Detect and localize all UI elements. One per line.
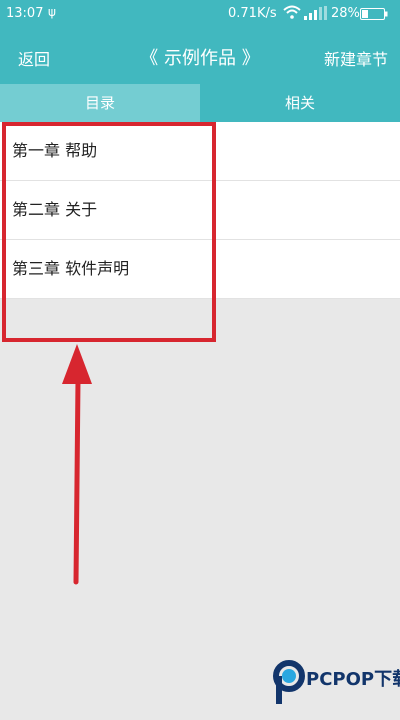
tab-related[interactable]: 相关 — [200, 84, 400, 122]
chapter-item-about[interactable]: 第二章 关于 — [0, 181, 400, 240]
status-time: 13:07 — [6, 6, 44, 21]
usb-icon: ψ — [48, 5, 56, 19]
new-chapter-button[interactable]: 新建章节 — [324, 46, 388, 70]
chapter-list: 第一章 帮助 第二章 关于 第三章 软件声明 — [0, 122, 400, 299]
tab-contents[interactable]: 目录 — [0, 84, 200, 122]
network-speed: 0.71K/s — [228, 6, 277, 21]
battery-percent: 28% — [331, 6, 360, 21]
watermark-text: PCPOP下载 — [306, 669, 400, 690]
battery-icon — [360, 8, 388, 20]
pcpop-logo-icon — [273, 660, 305, 704]
wifi-icon — [283, 5, 301, 19]
signal-icon — [304, 6, 327, 20]
app-header: 返回 《 示例作品 》 新建章节 — [0, 28, 400, 84]
status-bar: 13:07 ψ 0.71K/s 28% — [0, 0, 400, 28]
watermark: PCPOP下载 — [272, 654, 400, 710]
chapter-item-help[interactable]: 第一章 帮助 — [0, 122, 400, 181]
chapter-item-disclaimer[interactable]: 第三章 软件声明 — [0, 240, 400, 299]
annotation-arrow — [62, 344, 92, 585]
tab-bar: 目录 相关 — [0, 84, 400, 122]
